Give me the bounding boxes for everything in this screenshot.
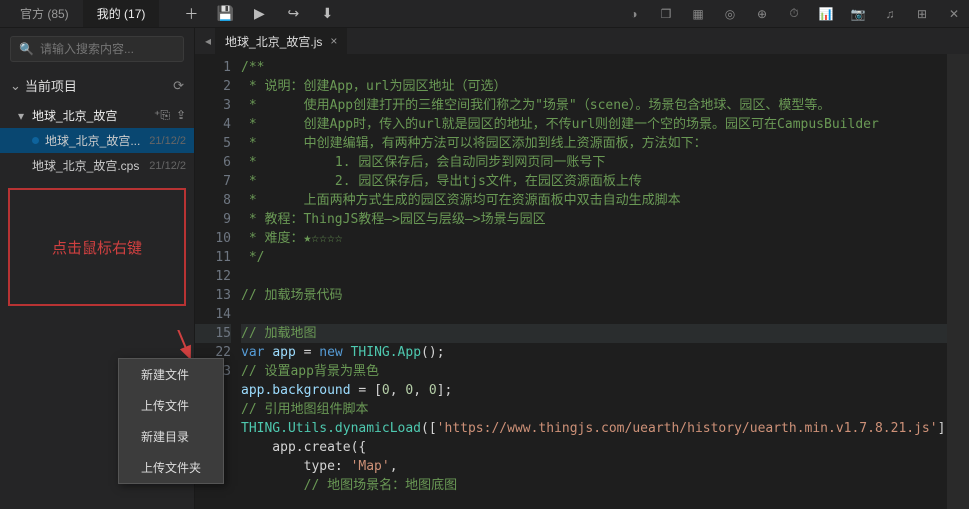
root-label: 地球_北京_故宫 xyxy=(32,107,117,124)
panel-icon[interactable]: ▦ xyxy=(689,5,707,23)
refresh-icon[interactable]: ⟳ xyxy=(173,78,184,94)
ctx-new-file[interactable]: 新建文件 xyxy=(119,359,223,390)
caret-icon: ▾ xyxy=(18,109,28,123)
tab-mine[interactable]: 我的 (17) xyxy=(83,0,160,27)
hint-box: 点击鼠标右键 xyxy=(8,188,186,306)
caret-down-icon[interactable]: ⌄ xyxy=(10,78,21,94)
search-icon: 🔍 xyxy=(19,42,34,56)
toolbar: ＋ 💾 ▶ ↪ ⬇ xyxy=(183,6,335,22)
tab-label: 地球_北京_故宫.js xyxy=(225,33,322,50)
modified-dot-icon xyxy=(32,137,39,144)
file-date: 21/12/2 xyxy=(149,160,186,172)
new-file-icon[interactable]: ⁺⎘ xyxy=(154,108,170,123)
file-tree: ▾ 地球_北京_故宫 ⁺⎘ ⇪ 地球_北京_故宫... 21/12/2 地球_北… xyxy=(0,101,194,180)
tree-file-0[interactable]: 地球_北京_故宫... 21/12/2 xyxy=(0,128,194,153)
camera-icon[interactable]: 📷 xyxy=(849,5,867,23)
sphere-icon[interactable]: ◎ xyxy=(721,5,739,23)
section-title: 当前项目 xyxy=(25,76,77,95)
ctx-new-dir[interactable]: 新建目录 xyxy=(119,421,223,452)
chart-icon[interactable]: 📊 xyxy=(817,5,835,23)
grid-icon[interactable]: ⊞ xyxy=(913,5,931,23)
add-icon[interactable]: ＋ xyxy=(183,6,199,22)
search-input[interactable]: 🔍 xyxy=(10,36,184,62)
search-field[interactable] xyxy=(40,42,195,56)
music-icon[interactable]: ♫ xyxy=(881,5,899,23)
section-header: ⌄ 当前项目 ⟳ xyxy=(0,70,194,101)
tree-root[interactable]: ▾ 地球_北京_故宫 ⁺⎘ ⇪ xyxy=(0,103,194,128)
upload-icon[interactable]: ⇪ xyxy=(176,108,186,123)
download-icon[interactable]: ⬇ xyxy=(319,6,335,22)
context-menu: 新建文件 上传文件 新建目录 上传文件夹 xyxy=(118,358,224,484)
file-name: 地球_北京_故宫... xyxy=(45,132,140,149)
save-icon[interactable]: 💾 xyxy=(217,6,233,22)
time-icon[interactable]: ⏱ xyxy=(785,5,803,23)
hint-text: 点击鼠标右键 xyxy=(52,237,142,258)
project-tabs: 官方 (85) 我的 (17) xyxy=(6,0,159,27)
world-icon[interactable]: ⊕ xyxy=(753,5,771,23)
close-icon[interactable]: × xyxy=(330,34,337,48)
minimap[interactable] xyxy=(947,54,969,509)
code-editor[interactable]: 1234567891011121314152223 /** * 说明：创建App… xyxy=(195,54,969,509)
ctx-upload-folder[interactable]: 上传文件夹 xyxy=(119,452,223,483)
tool-icon[interactable]: ✕ xyxy=(945,5,963,23)
file-date: 21/12/2 xyxy=(149,135,186,147)
editor-area: ◂ 地球_北京_故宫.js × 123456789101112131415222… xyxy=(195,28,969,509)
tab-scroll-left-icon[interactable]: ◂ xyxy=(201,34,215,48)
share-icon[interactable]: ↪ xyxy=(285,6,301,22)
cube-icon[interactable]: ❒ xyxy=(657,5,675,23)
globe-icon[interactable]: ◑ xyxy=(625,5,643,23)
tree-file-1[interactable]: 地球_北京_故宫.cps 21/12/2 xyxy=(0,153,194,178)
top-bar: 官方 (85) 我的 (17) ＋ 💾 ▶ ↪ ⬇ ◑ ❒ ▦ ◎ ⊕ ⏱ 📊 … xyxy=(0,0,969,28)
code-content[interactable]: /** * 说明：创建App，url为园区地址（可选） * 使用App创建打开的… xyxy=(241,54,947,509)
ctx-upload-file[interactable]: 上传文件 xyxy=(119,390,223,421)
tab-official[interactable]: 官方 (85) xyxy=(6,0,83,27)
run-icon[interactable]: ▶ xyxy=(251,6,267,22)
editor-tab-active[interactable]: 地球_北京_故宫.js × xyxy=(215,28,347,54)
file-name: 地球_北京_故宫.cps xyxy=(32,157,139,174)
editor-tab-bar: ◂ 地球_北京_故宫.js × xyxy=(195,28,969,54)
right-toolbar: ◑ ❒ ▦ ◎ ⊕ ⏱ 📊 📷 ♫ ⊞ ✕ xyxy=(625,5,963,23)
